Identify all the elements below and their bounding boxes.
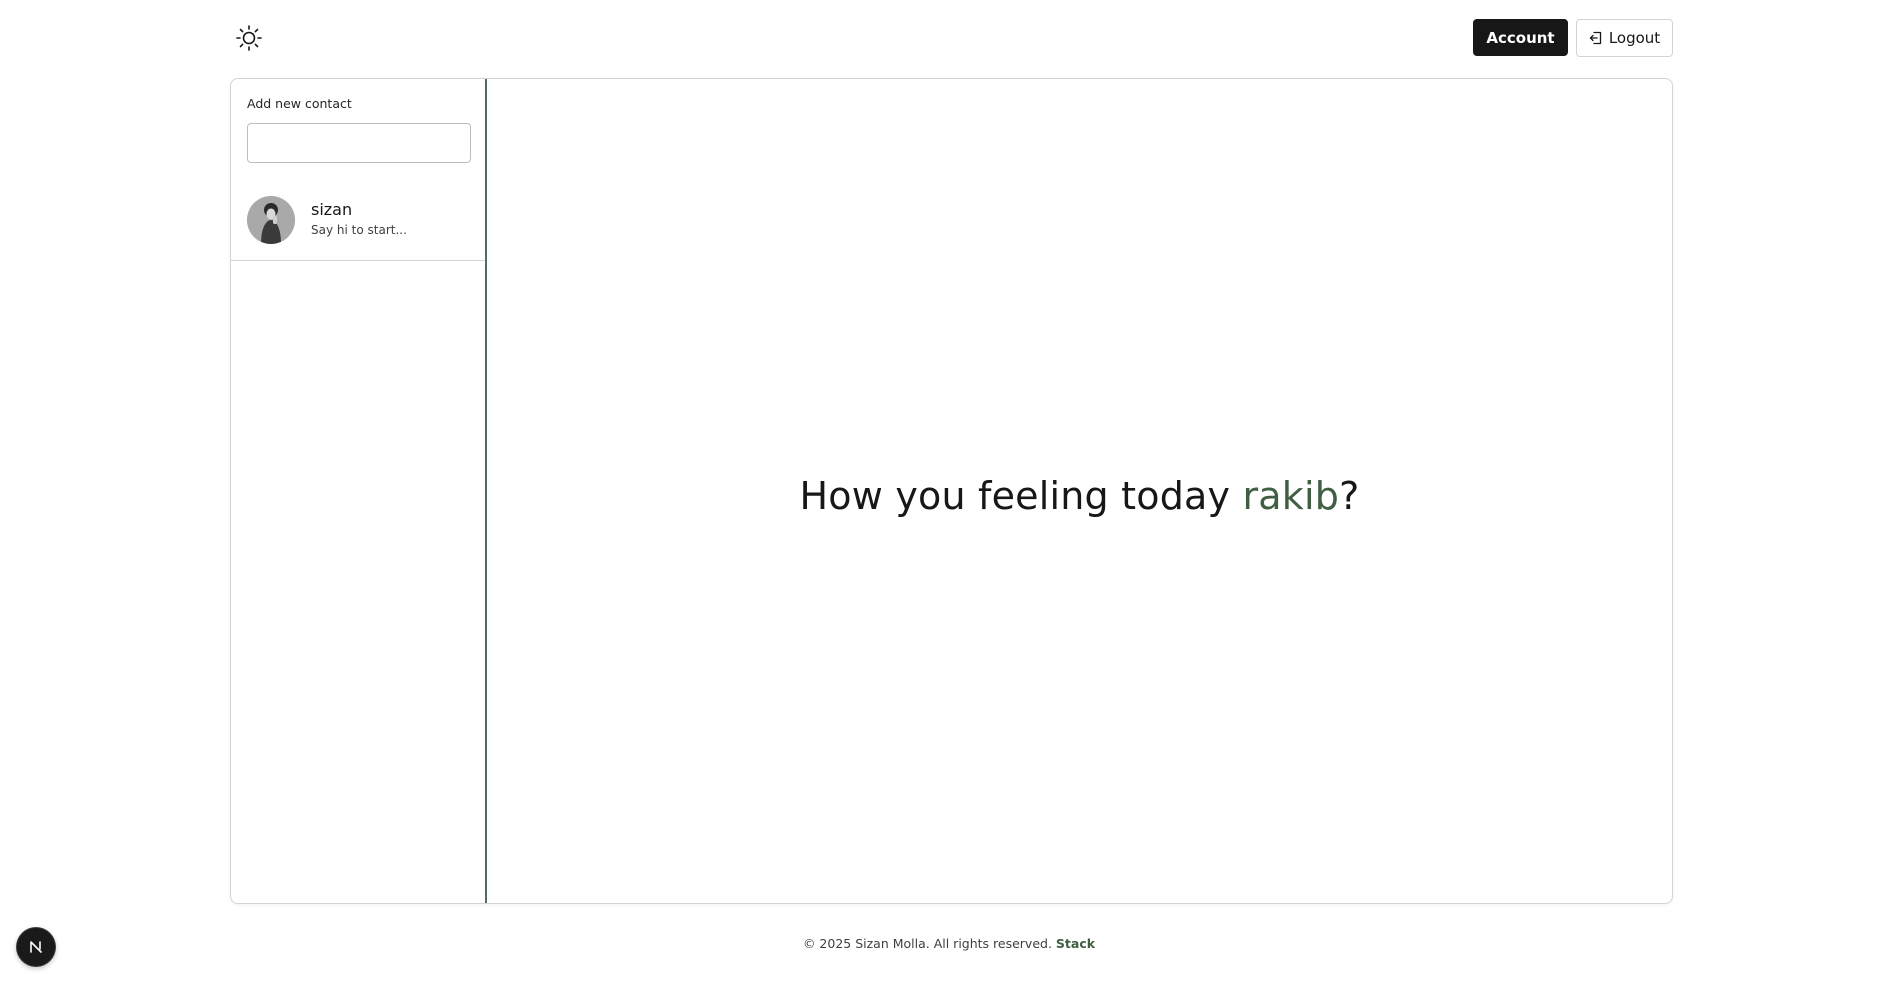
- nextjs-dev-badge[interactable]: [17, 928, 55, 966]
- chat-area: How you feeling today rakib?: [487, 79, 1672, 903]
- footer-brand-link[interactable]: Stack: [1056, 936, 1095, 951]
- logout-button-label: Logout: [1608, 29, 1661, 47]
- add-contact-input[interactable]: [247, 123, 471, 163]
- greeting-suffix: ?: [1339, 474, 1360, 518]
- logout-button[interactable]: Logout: [1576, 19, 1673, 57]
- footer-copyright: © 2025 Sizan Molla. All rights reserved.: [802, 936, 1052, 951]
- contact-name: sizan: [311, 200, 353, 219]
- logout-icon: [1589, 31, 1601, 45]
- greeting-prefix: How you feeling today: [799, 474, 1243, 518]
- greeting-heading: How you feeling today rakib?: [800, 474, 1360, 518]
- contact-preview: Say hi to start...: [311, 223, 407, 237]
- avatar: [247, 196, 295, 244]
- chat-card: Add new contact sizan Say hi to start...: [230, 78, 1673, 904]
- greeting-user-name: rakib: [1242, 474, 1340, 518]
- app-page: Account Logout Add new contact sizan Say…: [0, 0, 1898, 982]
- account-button[interactable]: Account: [1473, 19, 1568, 56]
- account-button-label: Account: [1486, 28, 1555, 47]
- footer: © 2025 Sizan Molla. All rights reserved.…: [0, 936, 1898, 951]
- sun-icon: [236, 25, 262, 51]
- contact-item[interactable]: sizan Say hi to start...: [231, 181, 485, 261]
- contacts-sidebar: Add new contact sizan Say hi to start...: [231, 79, 487, 903]
- add-contact-label: Add new contact: [247, 96, 352, 111]
- n-logo-icon: [30, 941, 42, 953]
- theme-toggle-button[interactable]: [233, 22, 265, 54]
